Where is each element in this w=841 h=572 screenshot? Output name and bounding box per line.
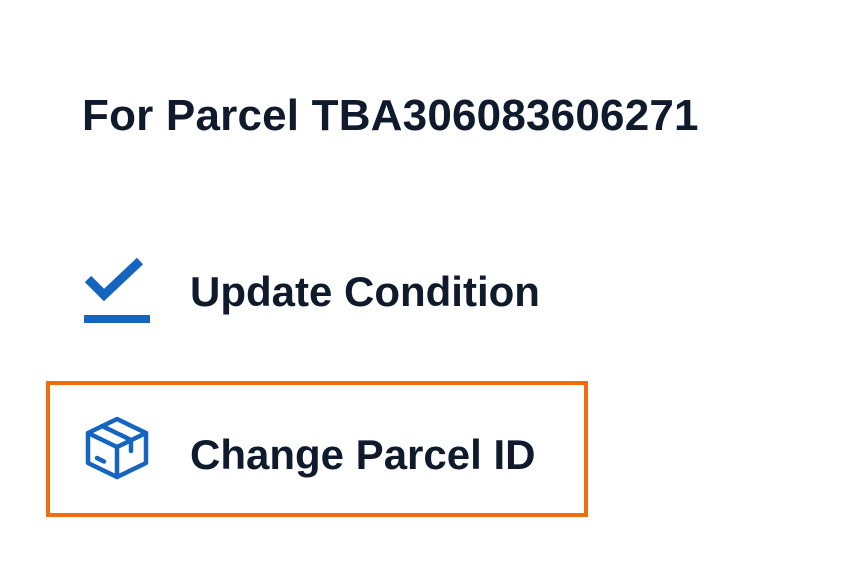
change-parcel-id-label: Change Parcel ID xyxy=(190,431,536,478)
update-condition-label: Update Condition xyxy=(190,268,540,315)
change-parcel-id-button[interactable]: Change Parcel ID xyxy=(46,381,588,517)
update-condition-button[interactable]: Update Condition xyxy=(46,225,588,361)
package-box-icon xyxy=(82,413,152,483)
page-title: For Parcel TBA306083606271 xyxy=(82,91,699,140)
checkmark-icon xyxy=(82,255,152,325)
